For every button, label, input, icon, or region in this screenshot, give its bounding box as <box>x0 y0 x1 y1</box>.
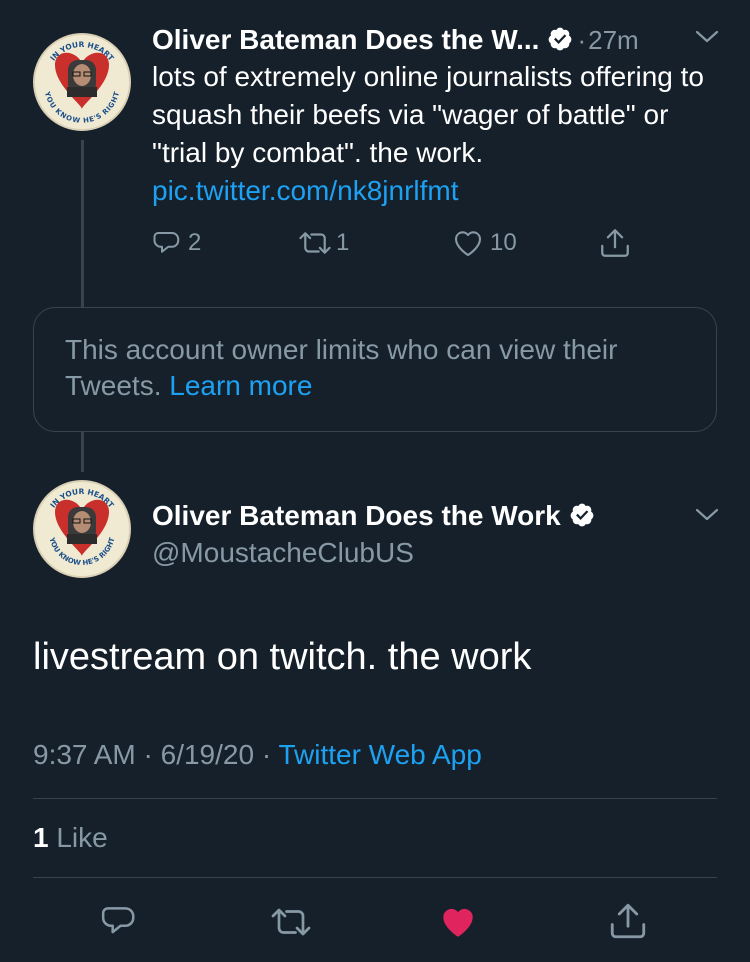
retweet-icon <box>298 228 332 258</box>
main-tweet-text: livestream on twitch. the work <box>33 636 532 678</box>
reply-button[interactable] <box>100 902 138 945</box>
thread-line-lower <box>81 432 84 472</box>
separator-dot: · <box>261 739 272 770</box>
user-handle[interactable]: @MoustacheClubUS <box>152 537 414 569</box>
verified-badge-icon <box>569 502 595 530</box>
retweet-icon <box>270 908 312 944</box>
campaign-button-image: IN YOUR HEART YOU KNOW HE'S RIGHT <box>36 483 128 575</box>
reply-icon <box>152 228 182 258</box>
main-tweet-header: Oliver Bateman Does the Work <box>152 498 595 534</box>
author-name[interactable]: Oliver Bateman Does the Work <box>152 500 561 532</box>
divider <box>33 798 717 799</box>
retweet-count: 1 <box>336 229 350 256</box>
author-name[interactable]: Oliver Bateman Does the W... <box>152 24 539 56</box>
tweet-body: lots of extremely online journalists off… <box>152 61 704 168</box>
likes-summary[interactable]: 1 Like <box>33 822 108 854</box>
separator-dot: · <box>143 739 153 770</box>
thread-line-upper <box>81 140 84 308</box>
retweet-action[interactable]: 1 <box>298 228 349 258</box>
campaign-button-image: IN YOUR HEART YOU KNOW HE'S RIGHT <box>36 36 128 128</box>
retweet-button[interactable] <box>270 904 312 945</box>
share-button[interactable] <box>607 900 649 947</box>
avatar[interactable]: IN YOUR HEART YOU KNOW HE'S RIGHT <box>33 33 131 131</box>
learn-more-link[interactable]: Learn more <box>169 370 312 401</box>
notice-text: This account owner limits who can view t… <box>65 334 618 401</box>
heart-icon <box>438 908 478 944</box>
like-action[interactable]: 10 <box>452 228 517 258</box>
like-count: 1 <box>33 822 49 853</box>
divider <box>33 877 717 878</box>
reply-action[interactable]: 2 <box>152 228 201 258</box>
reply-count: 2 <box>188 229 202 256</box>
share-action[interactable] <box>598 226 632 260</box>
chevron-down-icon[interactable] <box>694 28 720 51</box>
chevron-down-icon[interactable] <box>694 506 720 529</box>
verified-badge-icon <box>547 26 573 54</box>
timestamp[interactable]: 27m <box>588 25 639 56</box>
avatar[interactable]: IN YOUR HEART YOU KNOW HE'S RIGHT <box>33 480 131 578</box>
tweet-time: 9:37 AM <box>33 739 136 770</box>
tweet-source-link[interactable]: Twitter Web App <box>278 739 481 770</box>
tweet-meta: 9:37 AM · 6/19/20 · Twitter Web App <box>33 739 482 771</box>
share-icon <box>598 226 632 260</box>
tweet-date: 6/19/20 <box>160 739 255 770</box>
like-label: Like <box>56 822 108 853</box>
separator-dot: · <box>577 24 587 55</box>
share-icon <box>607 903 649 946</box>
heart-icon <box>452 228 484 258</box>
reply-tweet-header: Oliver Bateman Does the W... · 27m <box>152 22 639 58</box>
like-button[interactable] <box>438 904 478 945</box>
tweet-text: lots of extremely online journalists off… <box>152 58 722 210</box>
like-count: 10 <box>490 229 517 256</box>
media-link[interactable]: pic.twitter.com/nk8jnrlfmt <box>152 175 459 206</box>
reply-icon <box>100 907 138 944</box>
protected-account-notice: This account owner limits who can view t… <box>33 307 717 432</box>
